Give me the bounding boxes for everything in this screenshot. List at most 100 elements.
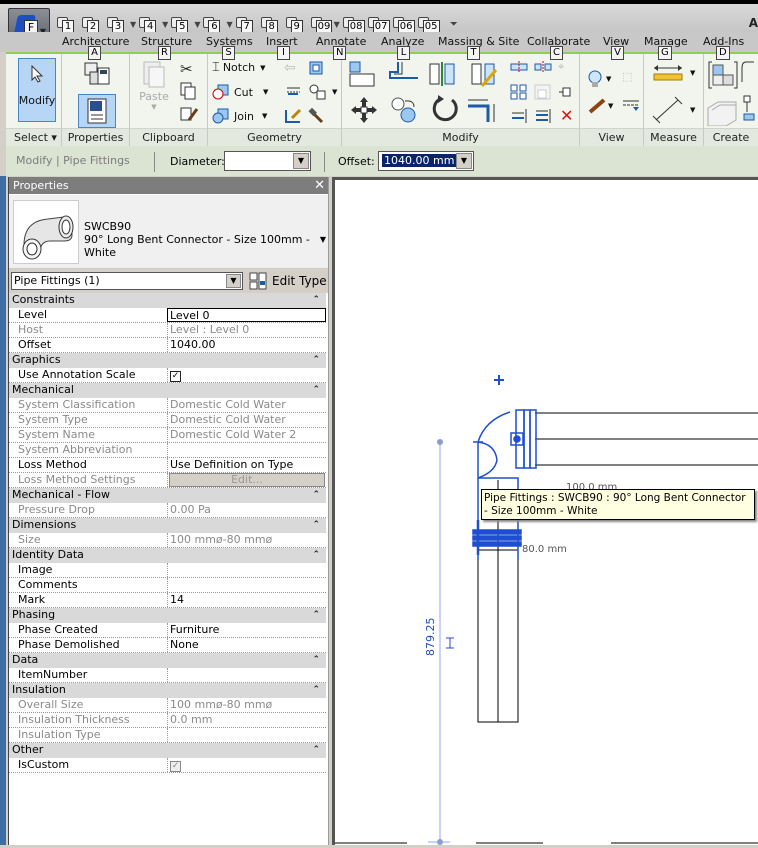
hide-element-button[interactable]: ⬚ bbox=[622, 70, 632, 83]
trim-extend-corner-button[interactable] bbox=[466, 96, 498, 124]
chevron-down-icon[interactable]: ▼ bbox=[293, 153, 309, 169]
wall-joins-button[interactable]: ⇦ bbox=[284, 60, 296, 76]
override-graphics-button[interactable]: ▼ bbox=[588, 70, 611, 88]
category-constraints[interactable]: Constraints ⌃ bbox=[9, 293, 326, 308]
chevron-down-icon[interactable]: ▼ bbox=[130, 20, 136, 29]
modify-button[interactable]: Modify bbox=[18, 58, 56, 122]
pin-button[interactable] bbox=[558, 84, 574, 100]
split-element-button[interactable] bbox=[510, 60, 528, 74]
mirror-pick-axis-button[interactable] bbox=[428, 60, 456, 88]
collapse-chevron-icon[interactable]: ⌃ bbox=[312, 683, 320, 697]
category-identity-data[interactable]: Identity Data ⌃ bbox=[9, 548, 326, 563]
category-mechanical-flow[interactable]: Mechanical - Flow ⌃ bbox=[9, 488, 326, 503]
qat-sync-button[interactable]: 3 bbox=[106, 15, 128, 33]
customize-toolbar-icon[interactable]: ⏷ bbox=[450, 19, 458, 30]
cut-to-clipboard-button[interactable]: ✂ bbox=[180, 60, 193, 78]
rotate-button[interactable] bbox=[430, 94, 460, 124]
linework-button[interactable]: ▼ bbox=[588, 98, 613, 114]
chevron-down-icon[interactable]: ▼ bbox=[226, 274, 241, 288]
array-button[interactable] bbox=[510, 84, 528, 100]
property-value[interactable]: ✓ bbox=[167, 368, 326, 382]
property-value[interactable]: Use Definition on Type bbox=[167, 458, 326, 472]
unpin-button[interactable]: ⌖ bbox=[558, 60, 564, 74]
qat-close-hidden-windows-button[interactable]: 06 bbox=[392, 15, 415, 33]
qat-thin-lines-button[interactable]: 07 bbox=[367, 15, 390, 33]
trim-extend-multiple-button[interactable] bbox=[534, 108, 552, 124]
category-insulation[interactable]: Insulation ⌃ bbox=[9, 683, 326, 698]
category-graphics[interactable]: Graphics ⌃ bbox=[9, 353, 326, 368]
qat-tag-button[interactable]: 8 bbox=[260, 15, 282, 33]
property-value[interactable]: Furniture bbox=[167, 623, 326, 637]
category-other[interactable]: Other ⌃ bbox=[9, 743, 326, 758]
instance-filter-select[interactable]: Pipe Fittings (1) ▼ bbox=[11, 272, 243, 290]
qat-redo-button[interactable]: 5 bbox=[170, 15, 192, 33]
chevron-down-icon[interactable]: ▼ bbox=[194, 20, 200, 29]
split-with-gap-button[interactable] bbox=[534, 60, 552, 74]
offset-value[interactable]: 1040.00 mm bbox=[382, 154, 457, 167]
notch-button[interactable]: ⌶ Notch ▼ bbox=[212, 60, 266, 75]
demolish-hammer-button[interactable] bbox=[308, 108, 324, 124]
collapse-chevron-icon[interactable]: ⌃ bbox=[312, 743, 320, 757]
collapse-chevron-icon[interactable]: ⌃ bbox=[312, 488, 320, 502]
linework-lines-button[interactable] bbox=[622, 98, 640, 112]
property-value[interactable]: Level 0 bbox=[167, 308, 326, 322]
split-face-button[interactable] bbox=[308, 60, 324, 76]
category-dimensions[interactable]: Dimensions ⌃ bbox=[9, 518, 326, 533]
create-assembly-button[interactable] bbox=[742, 94, 756, 122]
property-value[interactable] bbox=[167, 563, 326, 577]
properties-button[interactable] bbox=[78, 94, 116, 128]
join-button[interactable]: Join ▼ bbox=[212, 108, 267, 124]
qat-switch-windows-button[interactable]: 05 bbox=[417, 15, 440, 33]
collapse-chevron-icon[interactable]: ⌃ bbox=[312, 293, 320, 307]
copy-button[interactable] bbox=[180, 82, 196, 100]
trim-extend-single-button[interactable] bbox=[510, 108, 528, 124]
property-value[interactable] bbox=[167, 668, 326, 682]
qat-aligned-dimension-button[interactable]: 7 bbox=[235, 15, 257, 33]
qat-undo-button[interactable]: 4 bbox=[138, 15, 160, 33]
close-icon[interactable]: ✕ bbox=[314, 177, 325, 194]
property-value[interactable]: None bbox=[167, 638, 326, 652]
qat-open-button[interactable]: 1 bbox=[56, 15, 78, 33]
mirror-draw-axis-button[interactable] bbox=[470, 60, 498, 88]
type-selector[interactable]: SWCB90 90° Long Bent Connector - Size 10… bbox=[9, 195, 329, 269]
aligned-dimension-button[interactable]: ▼ bbox=[652, 96, 695, 124]
qat-default-3d-view-button[interactable]: 09 bbox=[310, 15, 333, 33]
panel-label-select[interactable]: Select ▾ bbox=[6, 128, 61, 146]
create-group-button[interactable] bbox=[708, 60, 738, 90]
property-value[interactable] bbox=[167, 578, 326, 592]
collapse-chevron-icon[interactable]: ⌃ bbox=[312, 653, 320, 667]
horizontal-pipe[interactable] bbox=[535, 412, 758, 466]
collapse-chevron-icon[interactable]: ⌃ bbox=[312, 548, 320, 562]
chevron-down-icon[interactable]: ▼ bbox=[226, 20, 232, 29]
type-properties-button[interactable] bbox=[82, 58, 112, 88]
edit-type-button[interactable]: Edit Type bbox=[249, 272, 327, 290]
create-similar-button[interactable] bbox=[740, 60, 756, 90]
collapse-chevron-icon[interactable]: ⌃ bbox=[312, 383, 320, 397]
scale-button[interactable] bbox=[534, 84, 552, 100]
properties-header[interactable]: Properties ✕ bbox=[9, 177, 329, 194]
checkbox[interactable]: ✓ bbox=[170, 371, 181, 382]
cope-button[interactable] bbox=[284, 108, 302, 124]
category-mechanical[interactable]: Mechanical ⌃ bbox=[9, 383, 326, 398]
category-phasing[interactable]: Phasing ⌃ bbox=[9, 608, 326, 623]
delete-button[interactable]: ✕ bbox=[560, 106, 573, 125]
chevron-down-icon[interactable]: ▼ bbox=[456, 153, 472, 169]
align-button[interactable] bbox=[348, 60, 376, 88]
property-value[interactable]: 1040.00 bbox=[167, 338, 326, 352]
demolish-button[interactable]: ▼ bbox=[308, 84, 337, 100]
measure-between-references-button[interactable]: ▼ bbox=[652, 64, 695, 82]
selected-pipe-fitting[interactable] bbox=[472, 409, 537, 560]
paste-button[interactable]: Paste ▼ bbox=[136, 58, 172, 120]
qat-section-button[interactable]: 08 bbox=[342, 15, 365, 33]
offset-button[interactable] bbox=[388, 60, 420, 88]
property-value[interactable]: ✓ bbox=[167, 758, 326, 772]
diameter-select[interactable]: ▼ bbox=[224, 151, 311, 171]
category-data[interactable]: Data ⌃ bbox=[9, 653, 326, 668]
collapse-chevron-icon[interactable]: ⌃ bbox=[312, 518, 320, 532]
create-parts-button[interactable] bbox=[706, 100, 740, 126]
offset-input[interactable]: 1040.00 mm ▼ bbox=[378, 151, 474, 171]
chevron-down-icon[interactable]: ▼ bbox=[334, 20, 340, 29]
property-value[interactable]: 14 bbox=[167, 593, 326, 607]
copy-element-button[interactable] bbox=[390, 96, 418, 124]
chevron-down-icon[interactable]: ▼ bbox=[320, 235, 326, 244]
